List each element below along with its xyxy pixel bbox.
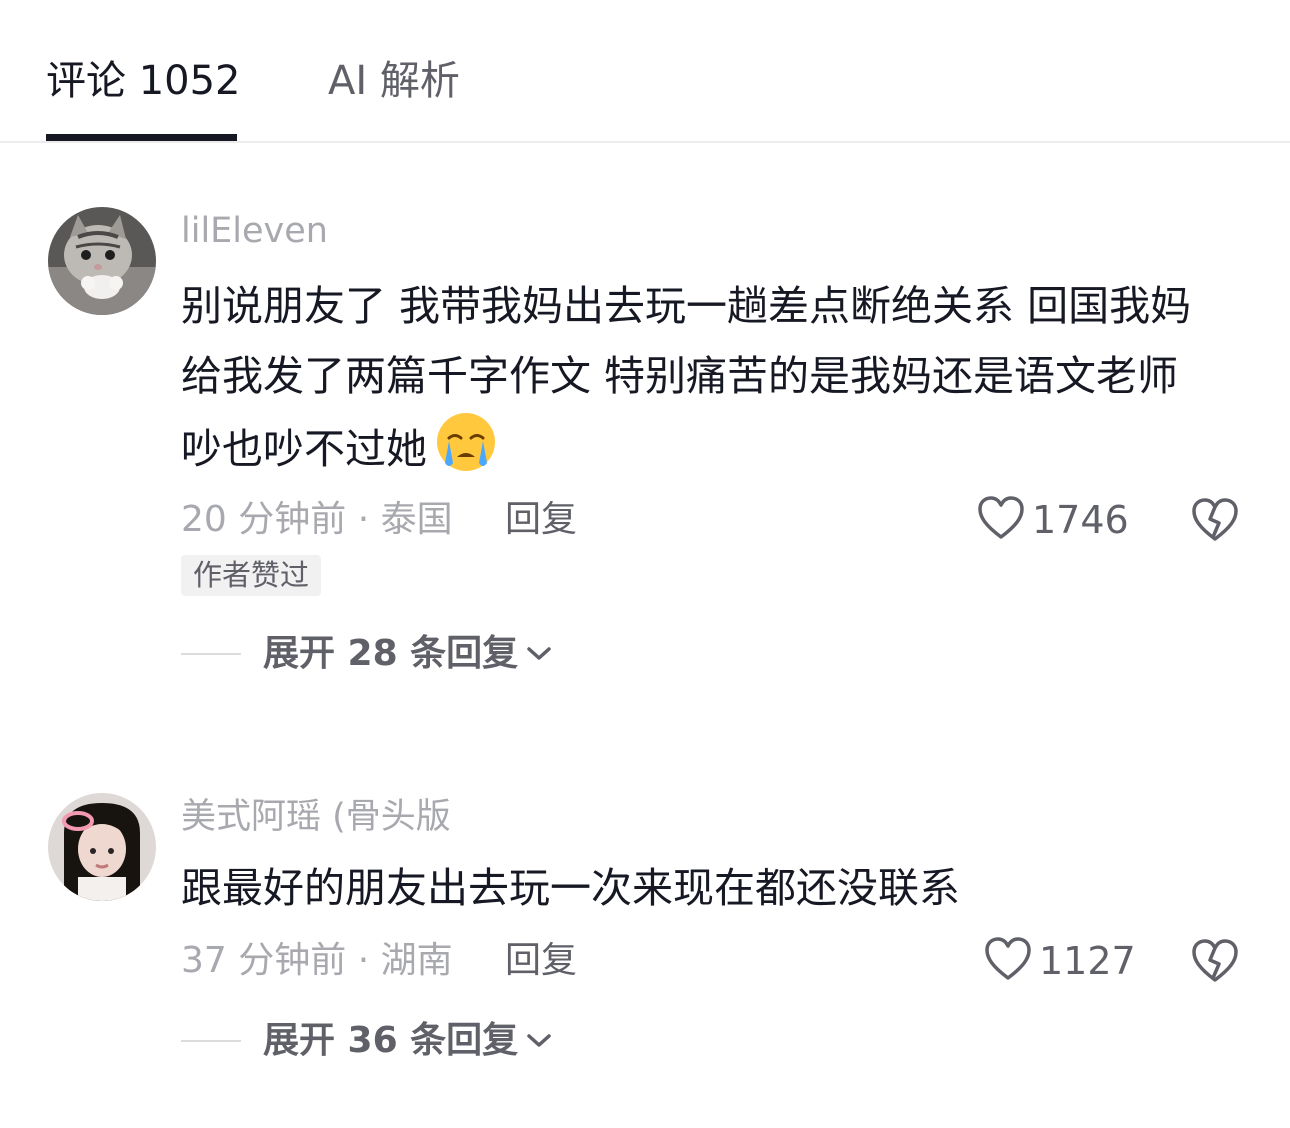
expand-divider (181, 653, 241, 655)
heart-outline-icon (983, 936, 1033, 986)
dislike-button[interactable] (1190, 935, 1240, 987)
tab-comments[interactable]: 评论 1052 (46, 56, 241, 106)
author-liked-badge: 作者赞过 (181, 555, 322, 596)
like-count: 1127 (1039, 939, 1136, 983)
crying-face-emoji-icon (435, 411, 497, 473)
reply-button[interactable]: 回复 (505, 938, 577, 984)
avatar[interactable] (48, 793, 156, 901)
expand-replies-label: 展开 36 条回复 (263, 1020, 519, 1061)
dislike-button[interactable] (1190, 494, 1240, 546)
expand-replies-label: 展开 28 条回复 (263, 633, 519, 674)
comment-meta: 20 分钟前 · 泰国 (181, 499, 453, 540)
comment-text-body: 别说朋友了 我带我妈出去玩一趟差点断绝关系 回国我妈给我发了两篇千字作文 特别痛… (181, 282, 1192, 473)
comment-meta: 37 分钟前 · 湖南 (181, 940, 453, 981)
expand-divider (181, 1040, 241, 1042)
avatar[interactable] (48, 207, 156, 315)
comment-text: 跟最好的朋友出去玩一次来现在都还没联系 (181, 864, 960, 912)
broken-heart-icon (1190, 939, 1240, 988)
comment-author[interactable]: 美式阿瑶 (骨头版 (181, 795, 451, 839)
comment-author[interactable]: lilEleven (181, 209, 328, 253)
reply-button[interactable]: 回复 (505, 497, 577, 543)
expand-replies-button[interactable]: 展开 36 条回复 (263, 1018, 552, 1064)
chevron-down-icon (527, 647, 551, 660)
like-button[interactable]: 1127 (983, 935, 1136, 987)
comment-item: lilEleven 别说朋友了 我带我妈出去玩一趟差点断绝关系 回国我妈给我发了… (0, 207, 1290, 677)
broken-heart-icon (1190, 498, 1240, 547)
active-tab-indicator (46, 134, 237, 141)
like-button[interactable]: 1746 (976, 494, 1129, 546)
comment-item: 美式阿瑶 (骨头版 跟最好的朋友出去玩一次来现在都还没联系 37 分钟前 · 湖… (0, 793, 1290, 1073)
comment-tabs: 评论 1052 AI 解析 (0, 0, 1290, 143)
tab-ai-analysis[interactable]: AI 解析 (328, 56, 460, 106)
chevron-down-icon (527, 1034, 551, 1047)
like-count: 1746 (1032, 498, 1129, 542)
comment-text: 别说朋友了 我带我妈出去玩一趟差点断绝关系 回国我妈给我发了两篇千字作文 特别痛… (181, 271, 1231, 484)
expand-replies-button[interactable]: 展开 28 条回复 (263, 631, 552, 677)
heart-outline-icon (976, 495, 1026, 545)
